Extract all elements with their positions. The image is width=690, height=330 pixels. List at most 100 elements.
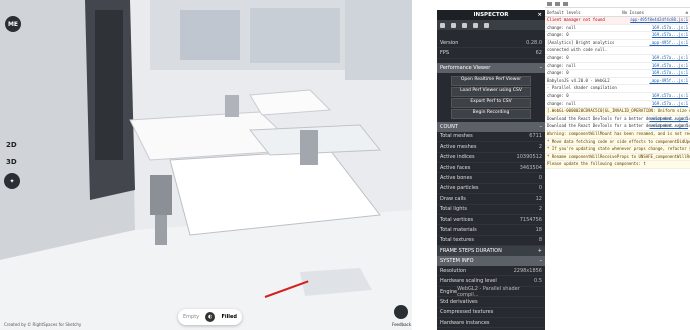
perf-section-header[interactable]: Performance Viewer –	[437, 62, 545, 73]
stat-value: 2	[538, 206, 542, 213]
console-message: * If you're updating state whenever prop…	[545, 146, 690, 154]
empty-filled-toggle[interactable]: Empty ◐ Filled	[178, 309, 242, 325]
frame-section-title: FRAME STEPS DURATION	[440, 248, 502, 255]
properties-icon[interactable]	[440, 22, 445, 28]
load-perf-csv-button[interactable]: Load Perf Viewer using CSV	[451, 86, 531, 97]
stat-label: Compressed textures	[440, 309, 494, 316]
console-message: 169.c57a...js:1 change: null	[545, 25, 690, 33]
office-scene	[0, 0, 412, 330]
system-list: Resolution 2298x1856 Hardware scaling leve…	[437, 266, 545, 329]
count-list: Total meshes 6711 Active meshes 2 Active ind…	[437, 132, 545, 247]
stat-label: Active particles	[440, 185, 479, 192]
device-icon[interactable]	[555, 1, 560, 6]
stat-row: Std derivatives	[437, 297, 545, 308]
credit-text: Created by © RightSpaces for Sketchy	[4, 322, 82, 327]
source-link[interactable]: 169.c57a...js:1	[652, 93, 688, 99]
source-link[interactable]: 169.c57a...js:1	[652, 101, 688, 107]
debug-icon[interactable]	[451, 22, 456, 28]
perf-section-title: Performance Viewer	[440, 64, 491, 71]
stat-label: Hardware instances	[440, 319, 490, 326]
inspector-title-text: INSPECTOR	[473, 12, 509, 18]
collapse-icon[interactable]: –	[540, 122, 543, 132]
inspector-title: INSPECTOR ×	[437, 10, 545, 20]
stats-icon[interactable]	[462, 22, 467, 28]
stat-label: Active bones	[440, 175, 473, 182]
console-message: Warning: componentWillMount has been ren…	[545, 130, 690, 139]
source-link[interactable]: 169.c57a...js:1	[652, 33, 688, 38]
me-avatar-button[interactable]: ME	[5, 16, 21, 32]
stat-row: Total meshes 6711	[437, 132, 545, 143]
inspector-panel[interactable]: INSPECTOR × Version 0.28.0 FPS 62 Performa…	[437, 10, 545, 330]
fps-label: FPS	[440, 50, 450, 57]
console-message: connected with code null.	[545, 47, 690, 55]
settings-icon[interactable]	[484, 22, 489, 28]
stat-row: Draw calls 12	[437, 194, 545, 205]
export-perf-csv-button[interactable]: Export Perf to CSV	[451, 97, 531, 108]
frame-section-header[interactable]: FRAME STEPS DURATION +	[437, 246, 545, 257]
stat-value: 10390512	[516, 154, 542, 161]
stat-label: Total lights	[440, 206, 467, 213]
expand-icon[interactable]: +	[538, 246, 542, 256]
open-perf-viewer-button[interactable]: Open Realtime Perf Viewer	[451, 75, 531, 86]
count-section-header[interactable]: COUNT –	[437, 121, 545, 132]
stat-label: Engine	[440, 288, 458, 295]
close-icon[interactable]: ×	[537, 10, 542, 20]
stat-label: Hardware scaling level	[440, 278, 497, 285]
stat-row: Active indices 10390512	[437, 153, 545, 163]
devtools-toolbar	[545, 0, 690, 8]
system-section-header[interactable]: SYSTEM INFO –	[437, 256, 545, 267]
stat-label: Active meshes	[440, 143, 477, 150]
collapse-icon[interactable]: –	[540, 256, 543, 266]
mode-3d-button[interactable]: 3D	[6, 158, 20, 170]
console-message: * Rename componentWillReceiveProps to UN…	[545, 153, 690, 162]
source-link[interactable]: _app-495f...js:1	[649, 78, 688, 84]
settings-icon[interactable]: ⚙	[686, 10, 688, 15]
message-text: * If you're updating state whenever prop…	[547, 146, 690, 152]
toggle-empty-label: Empty	[183, 314, 200, 320]
stat-label: Total meshes	[440, 133, 473, 140]
console-filter-bar: Default levels No Issues ⚙	[545, 8, 690, 17]
stat-value: 0	[538, 185, 542, 192]
console-message: app-495f8e4d2df4c88.js:1 Client manager n…	[545, 17, 690, 25]
log-level-select[interactable]: Default levels	[547, 10, 581, 15]
stat-value: 8	[538, 237, 542, 244]
devtools-console[interactable]: Default levels No Issues ⚙ app-495f8e4d2…	[545, 0, 690, 330]
console-message: 169.c57a...js:1 change: null	[545, 63, 690, 71]
feedback-icon[interactable]	[394, 305, 408, 319]
stat-value: 18	[535, 226, 542, 233]
message-text: Warning: componentWillMount has been ren…	[547, 130, 690, 136]
3d-viewport[interactable]: ME 2D 3D ✦ Empty ◐ Filled Created by © R…	[0, 0, 412, 330]
inspect-icon[interactable]	[547, 1, 552, 6]
stat-value: 0	[538, 175, 542, 182]
begin-recording-button[interactable]: Begin Recording	[451, 108, 531, 119]
message-text: Please update the following components: …	[547, 161, 646, 167]
source-link[interactable]: app-495f8e4d2df4c88.js:1	[630, 17, 688, 23]
message-text: * Move data fetching code or side effect…	[547, 138, 690, 144]
fps-row: FPS 62	[437, 48, 545, 59]
clear-icon[interactable]	[563, 1, 568, 6]
source-link[interactable]: _app-495f...js:1	[649, 40, 688, 46]
feedback-label: Feedback	[392, 322, 412, 327]
toggle-filled-label: Filled	[221, 314, 237, 320]
stat-value: 2	[538, 143, 542, 150]
stat-label: Resolution	[440, 267, 467, 274]
source-link[interactable]: 169.c57a...js:1	[652, 25, 688, 31]
console-message: [.WebGL-0000020CB9AC5C0]GL_INVALID_OPERA…	[545, 108, 690, 116]
source-link[interactable]: 169.c57a...js:1	[652, 71, 688, 76]
walk-icon[interactable]: ✦	[4, 173, 20, 189]
source-link[interactable]: 169.c57a...js:1	[652, 55, 688, 61]
stat-label: Std derivatives	[440, 298, 478, 305]
issues-badge[interactable]: No Issues	[622, 10, 644, 15]
source-link[interactable]: 169.c57a...js:1	[652, 63, 688, 69]
stat-label: Active faces	[440, 164, 471, 171]
toggle-knob-icon[interactable]: ◐	[205, 312, 216, 322]
mode-2d-button[interactable]: 2D	[6, 141, 20, 153]
tools-icon[interactable]	[473, 22, 478, 28]
stat-value: 12	[535, 195, 542, 202]
console-message: _app-495f...js:1 BabylonJS v4.20.0 - WebG…	[545, 78, 690, 86]
collapse-icon[interactable]: –	[540, 63, 543, 73]
stat-row: Total materials 18	[437, 225, 545, 236]
stat-row: Active particles 0	[437, 184, 545, 195]
message-text: Download the React DevTools for a better…	[547, 115, 690, 121]
stat-label: Total vertices	[440, 216, 474, 223]
